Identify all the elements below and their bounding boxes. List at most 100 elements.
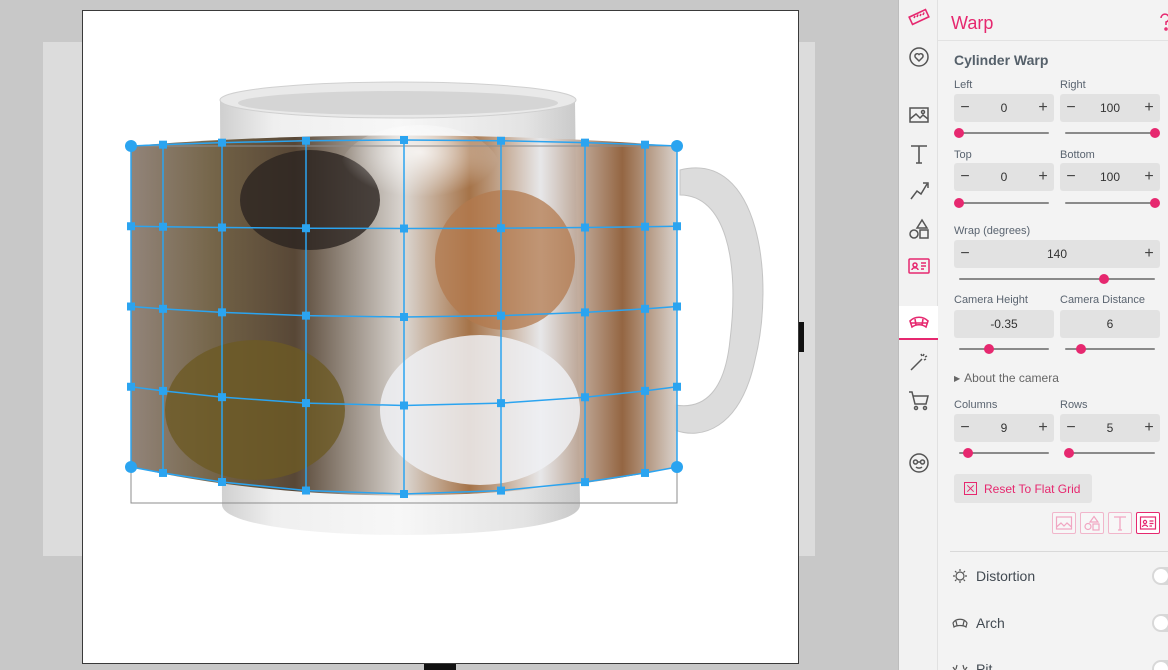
grid-handle[interactable] xyxy=(400,313,408,321)
grid-handle[interactable] xyxy=(581,478,589,487)
grid-handle[interactable] xyxy=(159,304,167,313)
left-slider-knob[interactable] xyxy=(954,128,964,138)
columns-slider[interactable] xyxy=(959,448,1049,458)
grid-corner-handle[interactable] xyxy=(671,461,683,473)
camera-distance-input[interactable]: 6 xyxy=(1060,310,1160,338)
right-increment-button[interactable]: + xyxy=(1140,94,1158,122)
top-slider[interactable] xyxy=(954,198,1049,208)
rows-increment-button[interactable]: + xyxy=(1140,414,1158,442)
wrap-slider[interactable] xyxy=(959,274,1155,284)
grid-handle[interactable] xyxy=(673,382,681,391)
grid-handle[interactable] xyxy=(218,478,226,486)
columns-slider-knob[interactable] xyxy=(963,448,973,458)
grid-handle[interactable] xyxy=(159,386,167,395)
grid-handle[interactable] xyxy=(400,136,408,144)
grid-handle[interactable] xyxy=(400,224,408,233)
magic-wand-icon[interactable] xyxy=(899,345,938,379)
columns-value[interactable]: 9 xyxy=(974,414,1034,442)
left-decrement-button[interactable]: − xyxy=(956,94,974,122)
apply-card-button[interactable] xyxy=(1136,512,1160,534)
grid-handle[interactable] xyxy=(302,311,310,320)
grid-handle[interactable] xyxy=(302,224,310,233)
grid-handle[interactable] xyxy=(581,308,589,317)
text-icon[interactable] xyxy=(899,137,938,171)
bottom-increment-button[interactable]: + xyxy=(1140,163,1158,191)
warp-icon[interactable] xyxy=(899,306,938,340)
camera-height-slider[interactable] xyxy=(959,344,1049,354)
grid-handle[interactable] xyxy=(641,304,649,313)
rows-slider-knob[interactable] xyxy=(1063,448,1074,458)
grid-handle[interactable] xyxy=(159,222,167,231)
bottom-slider-knob[interactable] xyxy=(1150,198,1160,208)
grid-corner-handle[interactable] xyxy=(125,461,137,473)
grid-handle[interactable] xyxy=(159,468,167,477)
grid-handle[interactable] xyxy=(497,136,505,145)
left-value[interactable]: 0 xyxy=(974,94,1034,122)
grid-handle[interactable] xyxy=(497,486,505,495)
wrap-slider-knob[interactable] xyxy=(1099,274,1110,284)
camera-height-input[interactable]: -0.35 xyxy=(954,310,1054,338)
heart-badge-icon[interactable] xyxy=(899,40,938,74)
top-slider-knob[interactable] xyxy=(954,198,964,208)
ruler-icon[interactable] xyxy=(899,0,938,34)
columns-decrement-button[interactable]: − xyxy=(956,414,974,442)
bottom-value[interactable]: 100 xyxy=(1080,163,1140,191)
grid-handle[interactable] xyxy=(497,224,505,233)
grid-handle[interactable] xyxy=(641,386,649,395)
effect-row-arch[interactable]: Arch xyxy=(952,611,1168,635)
grid-handle[interactable] xyxy=(581,223,589,232)
left-slider[interactable] xyxy=(954,128,1049,138)
apply-image-button[interactable] xyxy=(1052,512,1076,534)
pit-toggle[interactable] xyxy=(1152,660,1168,670)
grid-handle[interactable] xyxy=(127,302,135,311)
columns-increment-button[interactable]: + xyxy=(1034,414,1052,442)
grid-handle[interactable] xyxy=(497,311,505,320)
canvas-area[interactable] xyxy=(0,0,898,670)
effect-row-pit[interactable]: Pit xyxy=(952,657,1168,670)
grid-handle[interactable] xyxy=(673,222,681,231)
rows-value[interactable]: 5 xyxy=(1080,414,1140,442)
face-glasses-icon[interactable] xyxy=(899,446,938,480)
top-increment-button[interactable]: + xyxy=(1034,163,1052,191)
id-card-icon[interactable] xyxy=(899,249,938,283)
top-value[interactable]: 0 xyxy=(974,163,1034,191)
right-slider[interactable] xyxy=(1065,128,1160,138)
about-camera-toggle[interactable]: ▶ About the camera xyxy=(954,371,1059,385)
wrap-increment-button[interactable]: + xyxy=(1140,240,1158,268)
arch-toggle[interactable] xyxy=(1152,614,1168,632)
shapes-icon[interactable] xyxy=(899,212,938,246)
rows-decrement-button[interactable]: − xyxy=(1062,414,1080,442)
rows-slider[interactable] xyxy=(1063,448,1155,458)
grid-handle[interactable] xyxy=(159,140,167,149)
right-slider-knob[interactable] xyxy=(1150,128,1160,138)
top-decrement-button[interactable]: − xyxy=(956,163,974,191)
grid-handle[interactable] xyxy=(497,399,505,408)
grid-handle[interactable] xyxy=(218,138,226,147)
help-icon[interactable] xyxy=(1156,12,1168,32)
apply-shapes-button[interactable] xyxy=(1080,512,1104,534)
grid-handle[interactable] xyxy=(218,393,226,402)
grid-handle[interactable] xyxy=(400,490,408,498)
bottom-decrement-button[interactable]: − xyxy=(1062,163,1080,191)
apply-text-button[interactable] xyxy=(1108,512,1132,534)
grid-handle[interactable] xyxy=(302,399,310,408)
grid-handle[interactable] xyxy=(581,138,589,147)
grid-handle[interactable] xyxy=(218,308,226,317)
grid-handle[interactable] xyxy=(302,136,310,145)
grid-handle[interactable] xyxy=(127,222,135,231)
wrap-value[interactable]: 140 xyxy=(974,240,1140,268)
grid-handle[interactable] xyxy=(581,393,589,402)
bottom-slider[interactable] xyxy=(1065,198,1160,208)
right-decrement-button[interactable]: − xyxy=(1062,94,1080,122)
grid-handle[interactable] xyxy=(673,302,681,311)
camera-distance-slider-knob[interactable] xyxy=(1076,344,1087,354)
grid-handle[interactable] xyxy=(127,382,135,391)
grid-handle[interactable] xyxy=(641,222,649,231)
grid-handle[interactable] xyxy=(302,486,310,495)
camera-height-slider-knob[interactable] xyxy=(983,344,994,354)
right-value[interactable]: 100 xyxy=(1080,94,1140,122)
draw-icon[interactable] xyxy=(899,174,938,208)
wrap-decrement-button[interactable]: − xyxy=(956,240,974,268)
cart-icon[interactable] xyxy=(899,383,938,417)
grid-corner-handle[interactable] xyxy=(125,140,137,152)
